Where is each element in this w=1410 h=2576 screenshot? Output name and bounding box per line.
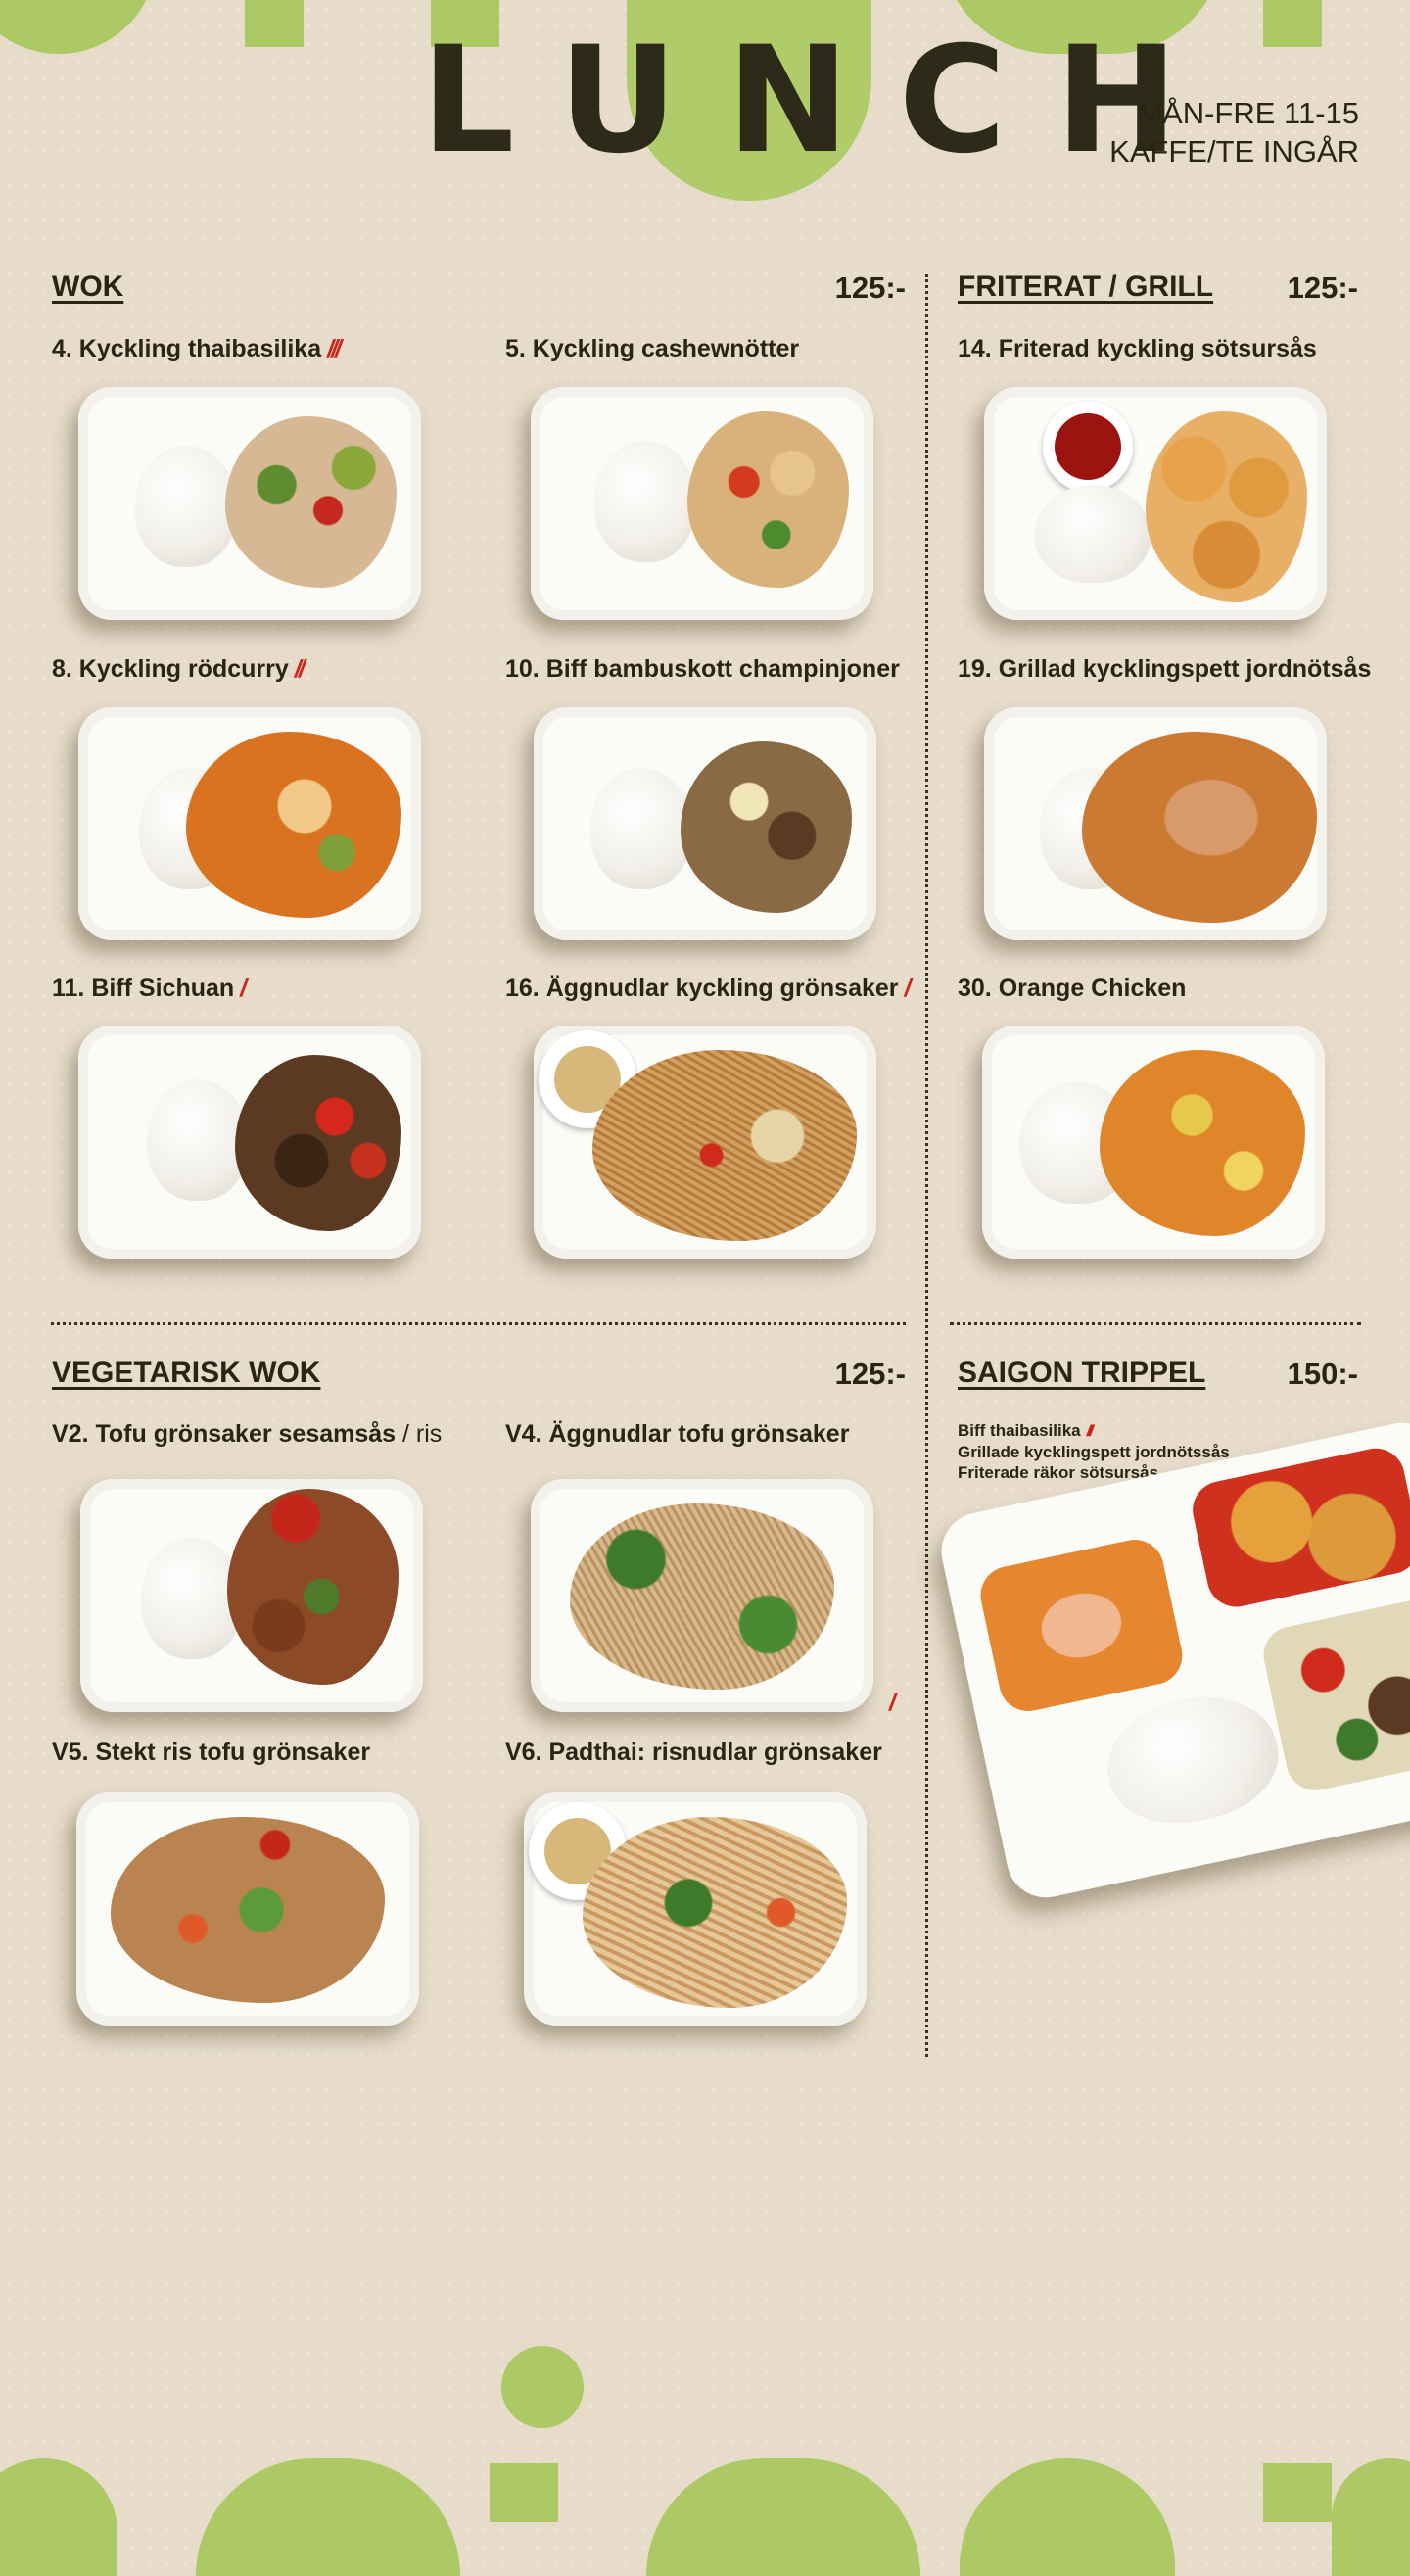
included-text: KAFFE/TE INGÅR	[1109, 134, 1359, 168]
decor-bottom-shape-1	[0, 2458, 118, 2576]
dish-photo-wok-3	[78, 707, 421, 940]
decor-bottom-shape-4	[646, 2458, 920, 2576]
dish-name-wok-1: 4. Kyckling thaibasilika///	[52, 335, 342, 362]
rice-portion	[594, 441, 696, 562]
rice-portion	[1096, 1682, 1290, 1837]
dish-name-wok-5: 11. Biff Sichuan /	[52, 975, 247, 1002]
dish-name-veg-2: V4. Äggnudlar tofu grönsaker	[505, 1420, 850, 1448]
dish-name-veg-4: V6. Padthai: risnudlar grönsaker	[505, 1739, 882, 1766]
trippel-photo	[934, 1415, 1410, 1905]
dish-photo-wok-6	[534, 1026, 876, 1259]
decor-bottom-shape-6	[1263, 2463, 1332, 2522]
food-portion	[1100, 1050, 1305, 1236]
dish-name-friterat-2: 19. Grillad kycklingspett jordnötsås	[958, 655, 1372, 683]
dish-photo-wok-1	[78, 387, 421, 620]
chili-pepper-icon: /	[904, 975, 912, 1002]
decor-top-shape-2	[245, 0, 304, 47]
price-friterat: 125:-	[1287, 270, 1358, 305]
rice-portion	[147, 1079, 249, 1201]
price-vegetarisk: 125:-	[834, 1357, 906, 1391]
rice-portion	[590, 768, 692, 889]
basil-beef	[1257, 1594, 1410, 1796]
sauce-bowl	[1043, 402, 1133, 492]
dish-photo-wok-4	[534, 707, 876, 940]
food-portion	[111, 1817, 385, 2003]
food-portion	[227, 1489, 399, 1685]
dish-name-wok-6: 16. Äggnudlar kyckling grönsaker /	[505, 975, 912, 1002]
dish-name-friterat-1: 14. Friterad kyckling sötsursås	[958, 335, 1317, 362]
decor-bottom-shape-3	[490, 2463, 558, 2522]
dish-name-friterat-3: 30. Orange Chicken	[958, 975, 1187, 1002]
food-portion	[1146, 411, 1307, 602]
dish-photo-friterat-2	[984, 707, 1327, 940]
dish-photo-veg-4	[524, 1792, 867, 2026]
dish-name-wok-2: 5. Kyckling cashewnötter	[505, 335, 800, 362]
decor-bottom-dot	[501, 2346, 584, 2428]
opening-hours: MÅN-FRE 11-15 KAFFE/TE INGÅR	[1109, 94, 1359, 170]
dish-photo-veg-3	[76, 1792, 419, 2026]
hours-text: MÅN-FRE 11-15	[1137, 96, 1359, 130]
section-title-wok: WOK	[52, 270, 124, 303]
food-portion	[1082, 732, 1317, 923]
chili-pepper-icon: ///	[1086, 1423, 1095, 1440]
rice-portion	[135, 446, 237, 567]
decor-bottom-shape-2	[196, 2458, 460, 2576]
dish-photo-friterat-3	[982, 1026, 1325, 1259]
decor-top-shape-1	[0, 0, 157, 54]
decor-bottom-shape-5	[960, 2458, 1175, 2576]
dish-photo-veg-2	[531, 1479, 873, 1712]
food-portion	[583, 1817, 847, 2008]
decor-bottom-shape-7	[1332, 2458, 1410, 2576]
price-trippel: 150:-	[1287, 1357, 1358, 1391]
chili-pepper-icon: //	[294, 655, 306, 683]
price-wok: 125:-	[834, 270, 906, 305]
dish-photo-wok-5	[78, 1026, 421, 1259]
food-portion	[681, 741, 852, 913]
decor-top-shape-6	[1263, 0, 1322, 47]
trippel-item-1: Biff thaibasilika///	[958, 1421, 1095, 1440]
chili-pepper-icon: /	[889, 1689, 896, 1716]
food-portion	[235, 1055, 401, 1231]
dish-photo-wok-2	[531, 387, 873, 620]
dish-photo-veg-1	[80, 1479, 423, 1712]
food-portion	[186, 732, 401, 918]
food-portion	[592, 1050, 857, 1241]
chili-pepper-icon: ///	[327, 335, 342, 362]
section-title-vegetarisk: VEGETARISK WOK	[52, 1357, 321, 1389]
grilled-skewers	[974, 1534, 1188, 1717]
section-divider-right	[950, 1322, 1361, 1325]
dish-name-veg-3: V5. Stekt ris tofu grönsaker	[52, 1739, 371, 1766]
column-divider	[925, 274, 928, 2057]
section-divider-left	[51, 1322, 906, 1325]
trippel-item-2: Grillade kycklingspett jordnötssås	[958, 1443, 1230, 1461]
section-title-trippel: SAIGON TRIPPEL	[958, 1357, 1206, 1389]
fried-shrimp	[1187, 1443, 1410, 1613]
dish-name-veg-1: V2. Tofu grönsaker sesamsås / ris	[52, 1420, 443, 1448]
rice-portion	[1035, 485, 1151, 583]
section-title-friterat: FRITERAT / GRILL	[958, 270, 1214, 303]
dish-name-wok-3: 8. Kyckling rödcurry//	[52, 655, 306, 683]
chili-pepper-icon: /	[240, 975, 247, 1002]
page-title: LUNCH	[421, 16, 1228, 186]
dish-photo-friterat-1	[984, 387, 1327, 620]
food-portion	[570, 1503, 834, 1690]
food-portion	[687, 411, 849, 588]
food-portion	[225, 416, 397, 588]
dish-name-wok-4: 10. Biff bambuskott champinjoner	[505, 655, 900, 683]
